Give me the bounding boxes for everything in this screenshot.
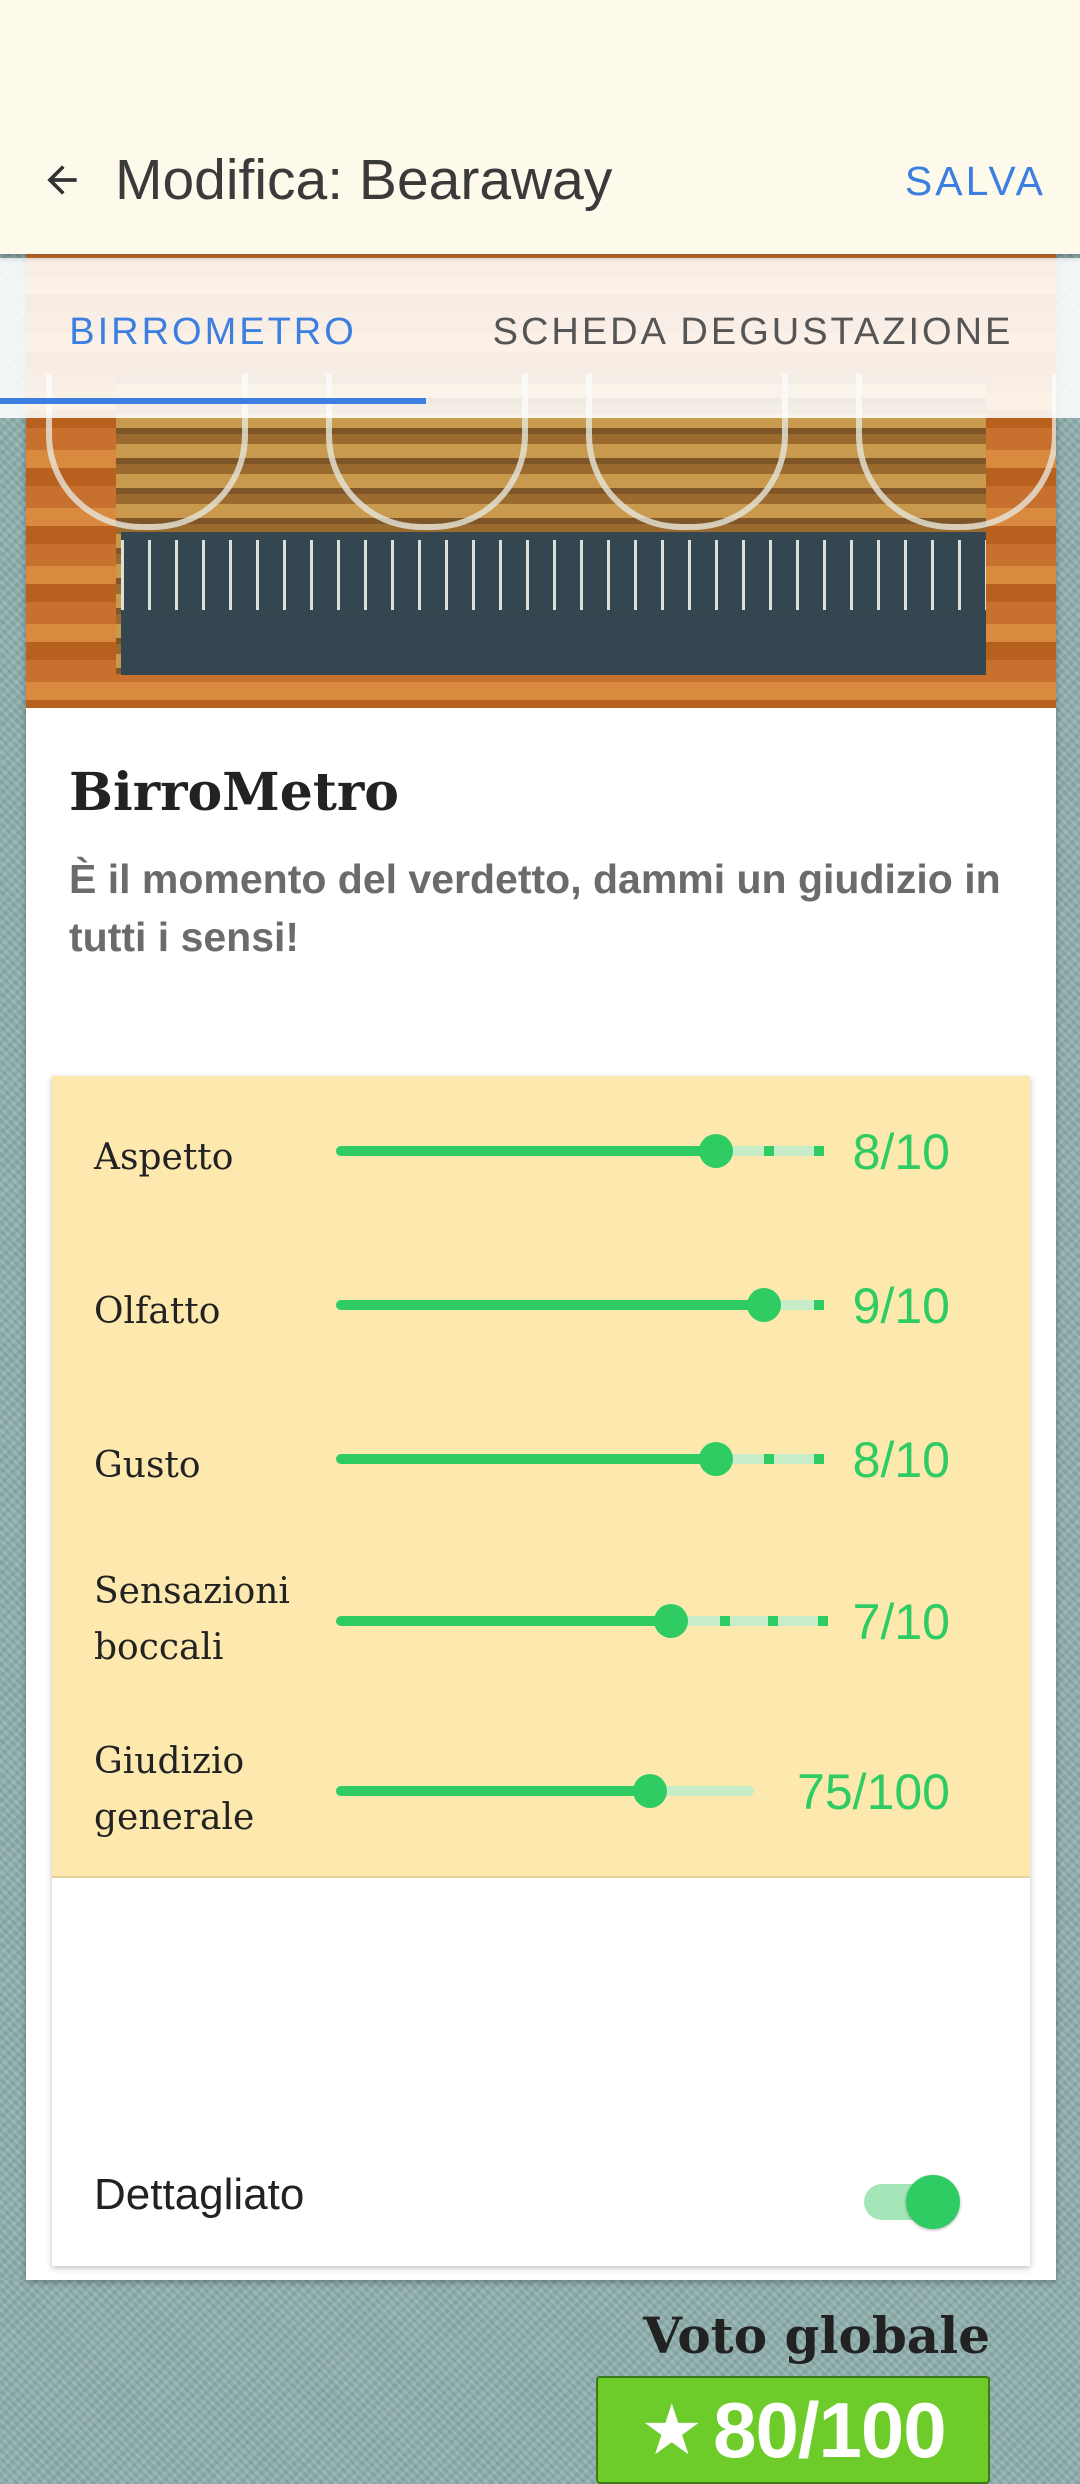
slider-tick bbox=[814, 1300, 824, 1310]
slider-tick bbox=[764, 1146, 774, 1156]
app-bar: Modifica: Bearaway SALVA bbox=[0, 0, 1080, 254]
rating-slider[interactable] bbox=[336, 1134, 824, 1168]
rating-label: Sensazioni boccali bbox=[94, 1571, 290, 1668]
slider-tick bbox=[764, 1454, 774, 1464]
tab-indicator bbox=[0, 398, 426, 404]
slider-thumb[interactable] bbox=[633, 1774, 667, 1808]
rating-slider[interactable] bbox=[336, 1604, 828, 1638]
slider-tick bbox=[768, 1616, 778, 1626]
slider-thumb[interactable] bbox=[699, 1442, 733, 1476]
save-button[interactable]: SALVA bbox=[905, 153, 1046, 209]
rating-label: Gusto bbox=[94, 1445, 201, 1486]
back-button[interactable] bbox=[34, 152, 90, 208]
rating-row-giudizio-generale: Giudizio generale 75/100 bbox=[52, 1706, 1030, 1878]
slider-tick bbox=[814, 1146, 824, 1156]
rating-slider[interactable] bbox=[336, 1442, 824, 1476]
slider-tick bbox=[818, 1616, 828, 1626]
ratings-panel: Aspetto 8/10 Olfatto 9/10 Gusto 8/10 Sen… bbox=[52, 1076, 1030, 2484]
rating-row-gusto: Gusto 8/10 bbox=[52, 1382, 1030, 1538]
rating-label: Olfatto bbox=[94, 1291, 221, 1332]
rating-score: 7/10 bbox=[852, 1594, 950, 1650]
slider-fill bbox=[336, 1454, 716, 1464]
rating-score: 8/10 bbox=[852, 1124, 950, 1180]
tab-scheda-degustazione[interactable]: SCHEDA DEGUSTAZIONE bbox=[426, 258, 1080, 406]
overall-label: Voto globale bbox=[643, 2306, 990, 2365]
slider-tick bbox=[720, 1616, 730, 1626]
overall-score: 80/100 bbox=[713, 2385, 947, 2474]
toggle-knob bbox=[906, 2175, 960, 2229]
tab-bar: BIRROMETRO SCHEDA DEGUSTAZIONE bbox=[0, 258, 1080, 418]
rating-label: Giudizio generale bbox=[94, 1741, 255, 1838]
card-title: BirroMetro bbox=[69, 762, 399, 823]
tab-label: BIRROMETRO bbox=[69, 310, 357, 353]
ruler-marks bbox=[121, 540, 986, 610]
arrow-left-icon bbox=[47, 165, 77, 195]
rating-score: 75/100 bbox=[797, 1764, 950, 1820]
rating-row-olfatto: Olfatto 9/10 bbox=[52, 1228, 1030, 1384]
rating-label: Aspetto bbox=[94, 1137, 234, 1178]
slider-fill bbox=[336, 1616, 671, 1626]
rating-slider[interactable] bbox=[336, 1774, 754, 1808]
page-title: Modifica: Bearaway bbox=[115, 148, 613, 212]
rating-row-sensazioni-boccali: Sensazioni boccali 7/10 bbox=[52, 1536, 1030, 1708]
slider-thumb[interactable] bbox=[699, 1134, 733, 1168]
tab-birrometro[interactable]: BIRROMETRO bbox=[0, 258, 426, 406]
slider-fill bbox=[336, 1146, 716, 1156]
slider-fill bbox=[336, 1786, 650, 1796]
star-icon: ★ bbox=[640, 2391, 704, 2469]
slider-fill bbox=[336, 1300, 764, 1310]
tab-label: SCHEDA DEGUSTAZIONE bbox=[492, 310, 1014, 353]
slider-thumb[interactable] bbox=[747, 1288, 781, 1322]
slider-tick bbox=[814, 1454, 824, 1464]
card-subtitle: È il momento del verdetto, dammi un giud… bbox=[69, 856, 1001, 960]
slider-thumb[interactable] bbox=[654, 1604, 688, 1638]
rating-row-aspetto: Aspetto 8/10 bbox=[52, 1076, 1030, 1230]
rating-slider[interactable] bbox=[336, 1288, 824, 1322]
detail-label: Dettagliato bbox=[94, 2170, 305, 2219]
rating-score: 8/10 bbox=[852, 1432, 950, 1488]
birrometro-card: BirroMetro È il momento del verdetto, da… bbox=[26, 254, 1056, 2484]
detail-toggle[interactable] bbox=[864, 2175, 960, 2229]
overall-score-badge: ★ 80/100 bbox=[596, 2376, 990, 2484]
rating-score: 9/10 bbox=[852, 1278, 950, 1334]
